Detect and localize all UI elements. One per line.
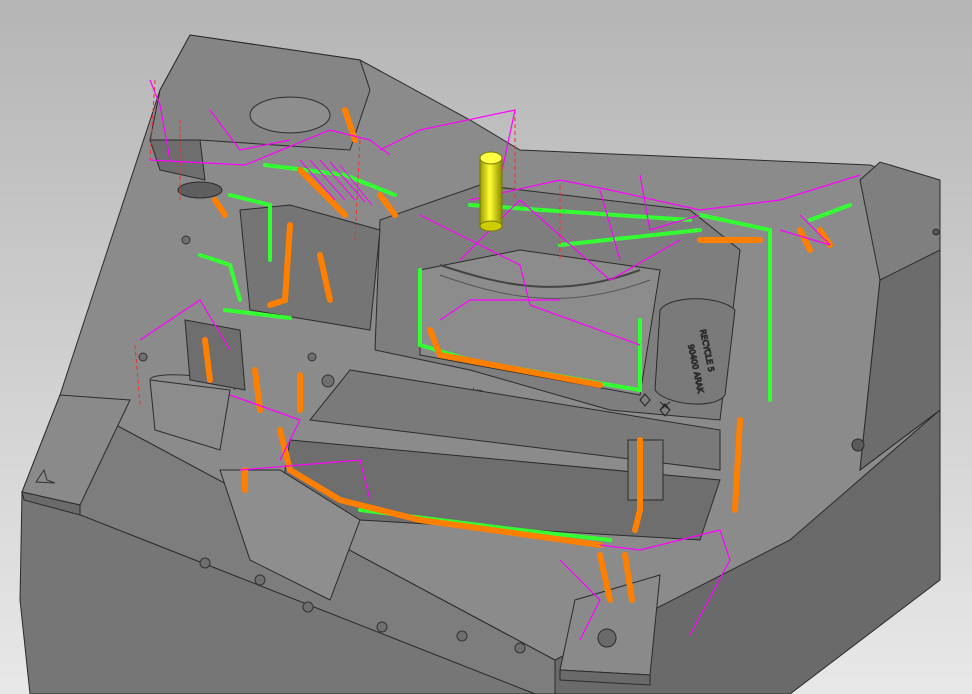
cad-viewport[interactable]: 90400 ARAK RECYCLE 5 MADE IN USA (0, 0, 972, 694)
cutting-tool-icon[interactable] (479, 151, 503, 232)
mold-3d-view[interactable]: 90400 ARAK RECYCLE 5 MADE IN USA (0, 0, 972, 694)
label-pocket: 90400 ARAK RECYCLE 5 (654, 298, 736, 405)
